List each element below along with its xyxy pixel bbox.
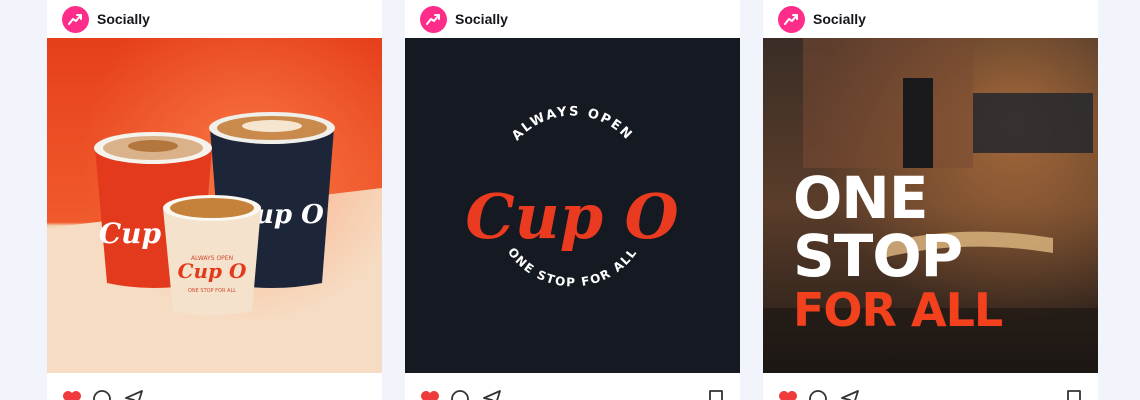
share-icon[interactable] xyxy=(123,388,145,400)
share-icon[interactable] xyxy=(839,388,861,400)
bookmark-icon[interactable] xyxy=(705,388,727,400)
post-image-cafe[interactable]: ONE STOP FOR ALL xyxy=(763,38,1098,373)
author-name[interactable]: Socially xyxy=(97,11,150,27)
logo-wordmark: Cup O xyxy=(465,180,678,253)
comment-icon[interactable] xyxy=(91,388,113,400)
post-header: Socially xyxy=(405,0,740,38)
trend-arrow-icon xyxy=(68,13,82,25)
bookmark-icon[interactable] xyxy=(1063,388,1085,400)
avatar[interactable] xyxy=(62,5,89,33)
comment-icon[interactable] xyxy=(807,388,829,400)
post-header: Socially xyxy=(47,0,382,38)
post-image-cups[interactable]: Cup O Cup O ALWAYS OPEN Cup O ONE STOP F… xyxy=(47,38,382,373)
headline-line2: STOP xyxy=(793,222,962,290)
post-card: Socially ALWAYS OPEN Cup O ® ONE STOP FO… xyxy=(405,0,740,400)
avatar[interactable] xyxy=(420,5,447,33)
svg-text:Cup O: Cup O xyxy=(178,259,247,283)
post-actions xyxy=(47,380,382,400)
share-icon[interactable] xyxy=(481,388,503,400)
post-card: Socially xyxy=(763,0,1098,400)
post-actions xyxy=(405,380,740,400)
heart-icon[interactable] xyxy=(419,388,441,400)
social-feed: Socially Cup O Cup O ALWAYS OPEN Cup O O… xyxy=(0,0,1140,400)
trend-arrow-icon xyxy=(784,13,798,25)
comment-icon[interactable] xyxy=(449,388,471,400)
post-image-logo[interactable]: ALWAYS OPEN Cup O ® ONE STOP FOR ALL xyxy=(405,38,740,373)
trend-arrow-icon xyxy=(426,13,440,25)
headline-line3: FOR ALL xyxy=(793,283,1003,337)
post-header: Socially xyxy=(763,0,1098,38)
author-name[interactable]: Socially xyxy=(813,11,866,27)
registered-mark: ® xyxy=(658,222,670,236)
svg-text:ONE STOP FOR ALL: ONE STOP FOR ALL xyxy=(188,288,236,294)
avatar[interactable] xyxy=(778,5,805,33)
post-actions xyxy=(763,380,1098,400)
post-card: Socially xyxy=(47,0,382,400)
author-name[interactable]: Socially xyxy=(455,11,508,27)
cup-cream: ALWAYS OPEN Cup O ONE STOP FOR ALL xyxy=(163,195,261,316)
heart-icon[interactable] xyxy=(61,388,83,400)
heart-icon[interactable] xyxy=(777,388,799,400)
